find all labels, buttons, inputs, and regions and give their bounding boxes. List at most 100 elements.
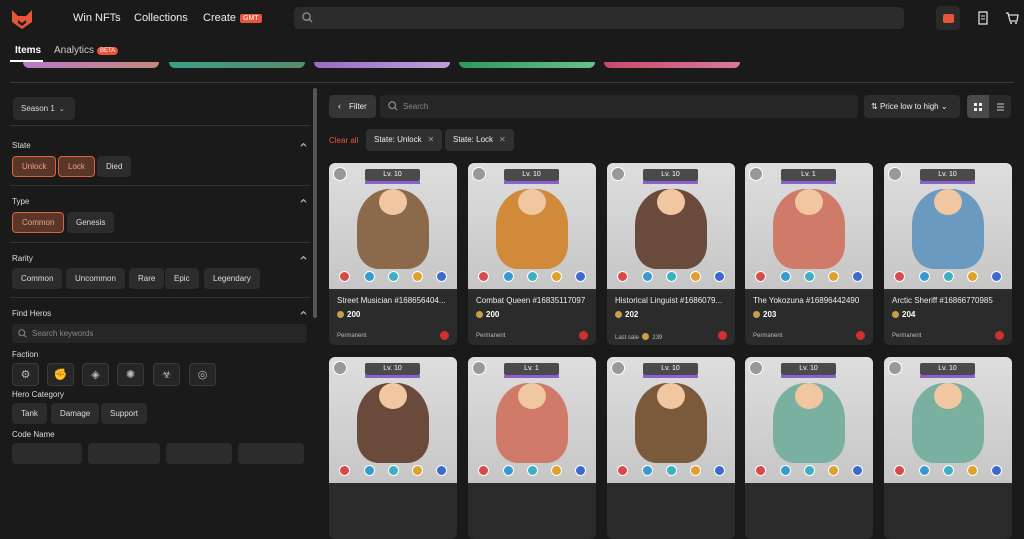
category-damage-chip[interactable]: Damage: [51, 403, 100, 424]
state-unlock-chip[interactable]: Unlock: [12, 156, 57, 177]
hero-artwork: Lv. 10: [607, 357, 735, 483]
faction-emblem-icon: [333, 361, 347, 375]
diamond-faction-icon[interactable]: ◈: [82, 363, 109, 386]
skill-badge-icon: [527, 465, 538, 476]
banner-carousel: [0, 62, 1024, 68]
chevron-up-icon[interactable]: [300, 254, 307, 261]
search-icon: [302, 12, 313, 23]
biohazard-faction-icon[interactable]: ☣: [153, 363, 180, 386]
skill-badge-icon: [551, 465, 562, 476]
rarity-common-chip[interactable]: Common: [12, 268, 63, 289]
active-filter-chip[interactable]: State: Lock ✕: [445, 129, 514, 151]
skill-badge-icon: [828, 271, 839, 282]
skill-badge-icon: [804, 465, 815, 476]
skill-badge-icon: [642, 465, 653, 476]
status-dot-icon: [995, 331, 1004, 340]
type-genesis-chip[interactable]: Genesis: [67, 212, 115, 233]
nft-card[interactable]: Lv. 10 Street Musician #168656404... 200 Pe…: [329, 163, 457, 345]
banner-item[interactable]: [459, 62, 595, 68]
cog-faction-icon[interactable]: ✺: [117, 363, 144, 386]
grid-icon: [974, 103, 982, 111]
faction-emblem-icon: [472, 361, 486, 375]
nav-create[interactable]: Create GMT: [203, 12, 262, 24]
chevron-up-icon[interactable]: [300, 141, 307, 148]
fist-faction-icon[interactable]: ✊: [47, 363, 74, 386]
rarity-epic-chip[interactable]: Epic: [165, 268, 199, 289]
filter-sidebar: Season 1 ⌄ State Unlock Lock Died Type Co…: [0, 84, 322, 464]
tab-items[interactable]: Items: [15, 45, 41, 56]
skill-badge-icon: [919, 271, 930, 282]
rarity-section-title: Rarity: [12, 254, 33, 263]
skill-badge-icon: [478, 465, 489, 476]
nft-card[interactable]: Lv. 10 Combat Queen #16835117097 200 Perman…: [468, 163, 596, 345]
divider: [10, 185, 310, 186]
skill-badge-icon: [919, 465, 930, 476]
code-name-chip[interactable]: [88, 443, 160, 464]
sidebar-scrollbar[interactable]: [313, 88, 317, 318]
rarity-uncommon-chip[interactable]: Uncommon: [66, 268, 125, 289]
level-bar: [365, 375, 420, 378]
target-faction-icon[interactable]: ◎: [189, 363, 216, 386]
skill-badge-icon: [436, 465, 447, 476]
nft-card[interactable]: Lv. 10: [745, 357, 873, 539]
nft-card[interactable]: Lv. 10 Arctic Sheriff #16866770985 204 Perm…: [884, 163, 1012, 345]
skill-badge-icon: [642, 271, 653, 282]
wallet-button[interactable]: [936, 6, 960, 30]
clear-all-filters-link[interactable]: Clear all: [329, 136, 358, 145]
banner-item[interactable]: [604, 62, 740, 68]
hero-artwork: Lv. 10: [884, 357, 1012, 483]
sort-dropdown[interactable]: ⇅ Price low to high ⌄: [864, 95, 960, 118]
faction-emblem-icon: [333, 167, 347, 181]
page-tabs: Items Analytics BETA: [0, 38, 1024, 62]
cart-icon[interactable]: [1005, 11, 1019, 25]
nft-card[interactable]: Lv. 10: [607, 357, 735, 539]
list-view-button[interactable]: [989, 95, 1011, 118]
gear-faction-icon[interactable]: ⚙: [12, 363, 39, 386]
banner-item[interactable]: [314, 62, 450, 68]
nft-card[interactable]: Lv. 10 Historical Linguist #1686079... 202…: [607, 163, 735, 345]
close-icon[interactable]: ✕: [499, 135, 506, 144]
nft-card[interactable]: Lv. 1 The Yokozuna #16896442490 203 Permane…: [745, 163, 873, 345]
grid-view-button[interactable]: [967, 95, 989, 118]
code-name-chip[interactable]: [238, 443, 304, 464]
category-tank-chip[interactable]: Tank: [12, 403, 47, 424]
hero-head: [518, 383, 546, 409]
nav-collections[interactable]: Collections: [134, 12, 188, 24]
skill-badge-icon: [804, 271, 815, 282]
receipt-icon[interactable]: [976, 11, 990, 25]
active-filter-chip[interactable]: State: Unlock ✕: [366, 129, 443, 151]
code-name-chip[interactable]: [12, 443, 82, 464]
hero-keyword-search-input[interactable]: Search keywords: [12, 324, 307, 343]
nft-name: Combat Queen #16835117097: [476, 296, 586, 305]
close-icon[interactable]: ✕: [428, 135, 435, 144]
nav-win-nfts[interactable]: Win NFTs: [73, 12, 121, 24]
divider: [10, 125, 310, 126]
fox-logo-icon[interactable]: [10, 7, 34, 31]
type-common-chip[interactable]: Common: [12, 212, 65, 233]
skill-badge-icon: [666, 465, 677, 476]
rarity-legendary-chip[interactable]: Legendary: [204, 268, 260, 289]
chevron-up-icon[interactable]: [300, 309, 307, 316]
state-lock-chip[interactable]: Lock: [58, 156, 95, 177]
nft-card[interactable]: Lv. 10: [884, 357, 1012, 539]
code-name-chip[interactable]: [166, 443, 232, 464]
chevron-up-icon[interactable]: [300, 197, 307, 204]
category-support-chip[interactable]: Support: [101, 403, 148, 424]
beta-badge: BETA: [97, 47, 119, 55]
chevron-down-icon: ⌄: [58, 106, 65, 113]
nft-name: The Yokozuna #16896442490: [753, 296, 860, 305]
banner-item[interactable]: [23, 62, 159, 68]
filter-toggle-button[interactable]: ‹ Filter: [329, 95, 376, 118]
list-icon: [997, 103, 1004, 111]
state-died-chip[interactable]: Died: [97, 156, 132, 177]
global-search-input[interactable]: [294, 7, 904, 29]
nft-card[interactable]: Lv. 10: [329, 357, 457, 539]
banner-item[interactable]: [169, 62, 305, 68]
tab-analytics[interactable]: Analytics BETA: [54, 45, 119, 56]
season-dropdown[interactable]: Season 1 ⌄: [13, 97, 75, 120]
items-search-input[interactable]: Search: [380, 95, 858, 118]
hero-artwork: Lv. 10: [745, 357, 873, 483]
nft-card[interactable]: Lv. 1: [468, 357, 596, 539]
skill-badges: [617, 465, 725, 477]
rarity-rare-chip[interactable]: Rare: [129, 268, 165, 289]
